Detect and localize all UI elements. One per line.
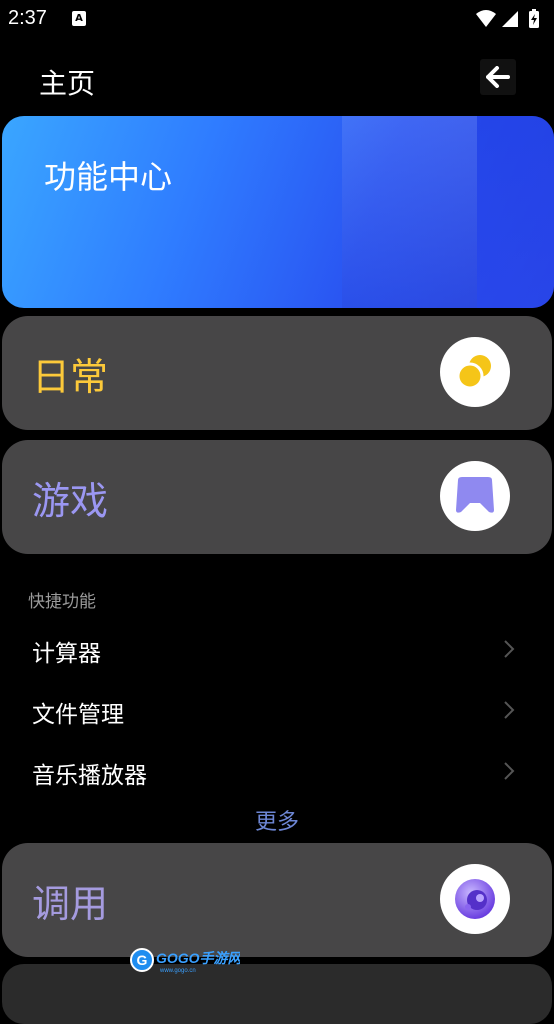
gear-ball-icon <box>440 864 510 934</box>
quick-functions-header: 快捷功能 <box>28 592 96 612</box>
svg-text:www.gogo.cn: www.gogo.cn <box>159 968 196 974</box>
list-item-file-manager[interactable]: 文件管理 <box>0 681 554 739</box>
coins-icon <box>440 337 510 407</box>
banner-decor <box>477 116 554 308</box>
game-card[interactable]: 游戏 <box>2 440 552 554</box>
banner-decor <box>342 116 477 308</box>
arrow-left-icon <box>486 66 510 88</box>
back-button[interactable] <box>480 59 516 95</box>
call-card-label: 调用 <box>32 882 109 926</box>
feature-center-banner[interactable]: 功能中心 <box>2 116 554 308</box>
daily-card-label: 日常 <box>32 355 109 399</box>
svg-text:GOGO手游网: GOGO手游网 <box>156 950 240 966</box>
list-item-calculator[interactable]: 计算器 <box>0 620 554 678</box>
status-indicators <box>476 9 539 28</box>
status-bar: 2:37 A <box>0 0 554 38</box>
app-bar: 主页 <box>0 50 554 106</box>
list-item-music-player[interactable]: 音乐播放器 <box>0 742 554 800</box>
list-item-label: 文件管理 <box>32 702 124 728</box>
call-card[interactable]: 调用 <box>2 843 552 957</box>
wifi-icon <box>476 10 496 27</box>
page-title: 主页 <box>39 67 96 100</box>
next-card[interactable] <box>2 964 552 1024</box>
chevron-right-icon <box>504 701 515 719</box>
chevron-right-icon <box>504 762 515 780</box>
banner-title: 功能中心 <box>44 158 173 196</box>
gogo-watermark-logo: G GOGO手游网 www.gogo.cn <box>130 948 240 974</box>
game-card-label: 游戏 <box>32 479 109 523</box>
signal-icon <box>502 11 518 27</box>
list-item-label: 音乐播放器 <box>32 763 147 789</box>
list-item-label: 计算器 <box>32 641 101 667</box>
daily-card[interactable]: 日常 <box>2 316 552 430</box>
chevron-right-icon <box>504 640 515 658</box>
more-link[interactable]: 更多 <box>0 804 554 836</box>
gamepad-icon <box>440 461 510 531</box>
status-time: 2:37 <box>8 7 47 29</box>
svg-text:G: G <box>137 952 148 968</box>
battery-charging-icon <box>529 9 539 28</box>
a-icon: A <box>72 11 86 26</box>
